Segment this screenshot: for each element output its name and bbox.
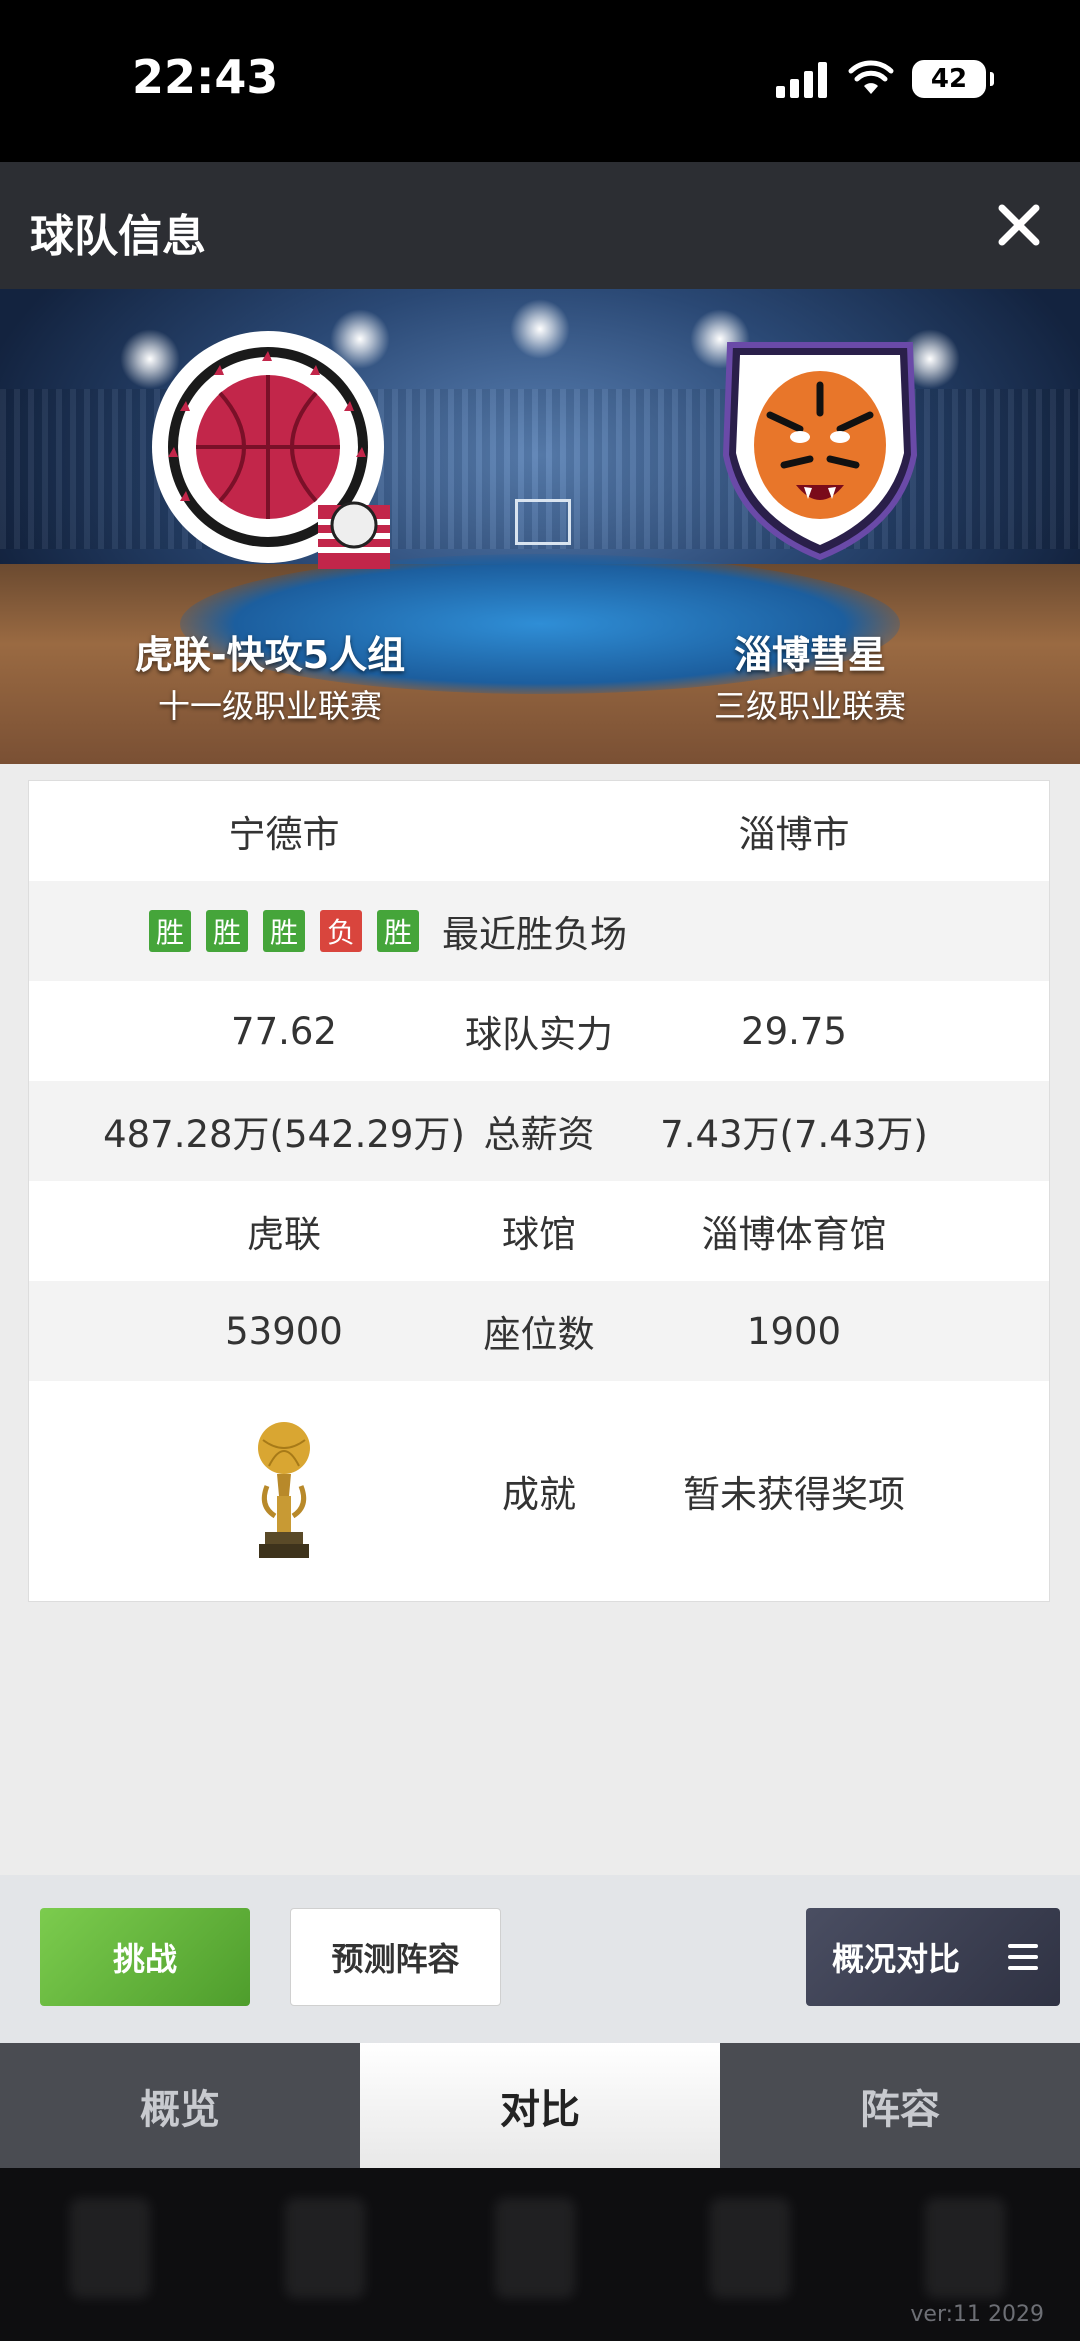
predict-lineup-button[interactable]: 预测阵容 (290, 1908, 501, 2006)
result-badge: 负 (320, 910, 362, 952)
tab-compare[interactable]: 对比 (360, 2043, 720, 2168)
right-arena: 淄博体育馆 (701, 1213, 887, 1256)
result-badge: 胜 (149, 910, 191, 952)
left-city: 宁德市 (228, 813, 340, 856)
strength-row: 77.62 球队实力 29.75 (29, 981, 1049, 1081)
right-achievement: 暂未获得奖项 (683, 1473, 905, 1516)
menu-icon (1008, 1944, 1038, 1970)
comparison-table: 宁德市 淄博市 胜 胜 胜 负 胜 最近胜负场 77.62 球队实力 29.75… (28, 780, 1050, 1602)
recent-results-row: 胜 胜 胜 负 胜 最近胜负场 (29, 881, 1049, 981)
header-bar: 球队信息 (0, 162, 1080, 289)
trophy-icon (258, 1422, 310, 1558)
action-bar: 挑战 预测阵容 概况对比 (0, 1875, 1080, 2043)
overview-compare-button[interactable]: 概况对比 (806, 1908, 1060, 2006)
nav-item[interactable] (495, 2198, 575, 2298)
signal-icon (776, 62, 830, 98)
close-icon[interactable] (988, 194, 1050, 256)
team-banner: 虎联-快攻5人组 十一级职业联赛 淄博彗星 三级职业联赛 (0, 289, 1080, 764)
version-text: ver:11 2029 (910, 2302, 1044, 2327)
result-badge: 胜 (206, 910, 248, 952)
achievement-row: 成就 暂未获得奖项 (29, 1381, 1049, 1601)
right-city: 淄博市 (738, 813, 850, 856)
right-team-name: 淄博彗星 (733, 633, 886, 677)
seats-row: 53900 座位数 1900 (29, 1281, 1049, 1381)
nav-item[interactable] (285, 2198, 365, 2298)
tab-lineup[interactable]: 阵容 (720, 2043, 1080, 2168)
left-team-league: 十一级职业联赛 (157, 687, 382, 725)
wifi-icon (848, 60, 894, 94)
left-team-name: 虎联-快攻5人组 (134, 633, 406, 677)
nav-item[interactable] (710, 2198, 790, 2298)
recent-results: 胜 胜 胜 负 胜 最近胜负场 (149, 881, 627, 981)
tab-overview[interactable]: 概览 (0, 2043, 360, 2168)
arena-light (510, 299, 570, 359)
city-row: 宁德市 淄博市 (29, 781, 1049, 881)
battery-icon: 42 (912, 60, 994, 98)
tab-bar: 概览 对比 阵容 (0, 2043, 1080, 2168)
bottom-nav: ver:11 2029 (0, 2168, 1080, 2341)
hoop (515, 499, 571, 545)
status-time: 22:43 (132, 50, 279, 104)
nav-item[interactable] (925, 2198, 1005, 2298)
page-title: 球队信息 (30, 211, 206, 262)
right-salary: 7.43万(7.43万) (660, 1113, 928, 1156)
arena-row: 虎联 球馆 淄博体育馆 (29, 1181, 1049, 1281)
status-bar: 22:43 42 (0, 0, 1080, 162)
right-team-league: 三级职业联赛 (713, 687, 906, 725)
salary-row: 487.28万(542.29万) 总薪资 7.43万(7.43万) (29, 1081, 1049, 1181)
nav-item[interactable] (70, 2198, 150, 2298)
result-badge: 胜 (263, 910, 305, 952)
challenge-button[interactable]: 挑战 (40, 1908, 250, 2006)
overview-compare-label: 概况对比 (832, 1940, 961, 1978)
recent-results-label: 最近胜负场 (442, 913, 627, 956)
right-strength: 29.75 (741, 1009, 847, 1053)
right-team-logo (722, 342, 918, 561)
left-team-logo (152, 331, 390, 569)
result-badge: 胜 (377, 910, 419, 952)
right-seats: 1900 (746, 1309, 842, 1353)
